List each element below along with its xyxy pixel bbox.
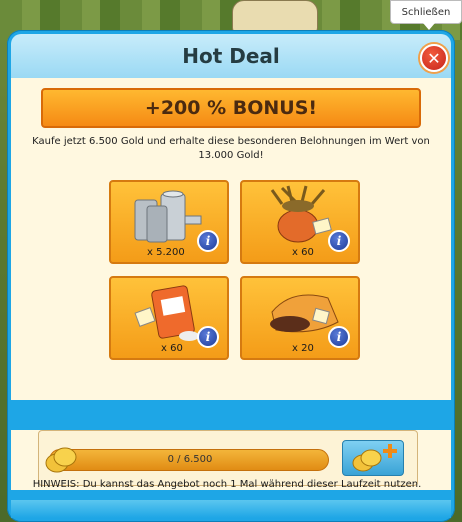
buy-gold-button[interactable] bbox=[342, 440, 404, 476]
info-icon: i bbox=[336, 234, 342, 248]
dialog-title: Hot Deal bbox=[182, 44, 280, 68]
reward-card-fertilizer: x 60 i bbox=[109, 276, 229, 360]
progress-text: 0 / 6.500 bbox=[167, 454, 213, 465]
reward-card-hay-bundle: x 60 i bbox=[240, 180, 360, 264]
reward-quantity: x 20 bbox=[292, 343, 314, 354]
info-button[interactable]: i bbox=[197, 230, 219, 252]
close-tooltip-label: Schließen bbox=[401, 6, 451, 18]
hot-deal-dialog: Hot Deal ✕ +200 % BONUS! Kaufe jetzt 6.5… bbox=[7, 30, 455, 522]
reward-quantity: x 5.200 bbox=[147, 247, 185, 258]
progress-box: 0 / 6.500 bbox=[38, 430, 418, 486]
background-car bbox=[232, 0, 318, 34]
reward-quantity: x 60 bbox=[292, 247, 314, 258]
info-icon: i bbox=[336, 330, 342, 344]
offer-description: Kaufe jetzt 6.500 Gold und erhalte diese… bbox=[32, 136, 430, 161]
close-button[interactable]: ✕ bbox=[420, 44, 448, 72]
info-button[interactable]: i bbox=[328, 230, 350, 252]
bonus-banner: +200 % BONUS! bbox=[41, 88, 421, 128]
info-button[interactable]: i bbox=[328, 326, 350, 348]
separator-band bbox=[11, 400, 451, 430]
offer-hint: HINWEIS: Du kannst das Angebot noch 1 Ma… bbox=[32, 479, 422, 490]
reward-card-milk-cans: x 5.200 i bbox=[109, 180, 229, 264]
gold-coins-icon bbox=[45, 447, 77, 473]
gold-progress-bar: 0 / 6.500 bbox=[49, 449, 329, 471]
info-icon: i bbox=[205, 234, 211, 248]
gold-coins-plus-icon bbox=[352, 444, 397, 472]
dialog-content: +200 % BONUS! Kaufe jetzt 6.500 Gold und… bbox=[11, 78, 451, 400]
dialog-titlebar: Hot Deal ✕ bbox=[11, 34, 451, 78]
dialog-footer bbox=[11, 500, 451, 518]
reward-card-soil-sack: x 20 i bbox=[240, 276, 360, 360]
info-button[interactable]: i bbox=[197, 326, 219, 348]
close-tooltip: Schließen bbox=[390, 0, 462, 30]
close-icon: ✕ bbox=[427, 48, 441, 68]
info-icon: i bbox=[205, 330, 211, 344]
reward-quantity: x 60 bbox=[161, 343, 183, 354]
